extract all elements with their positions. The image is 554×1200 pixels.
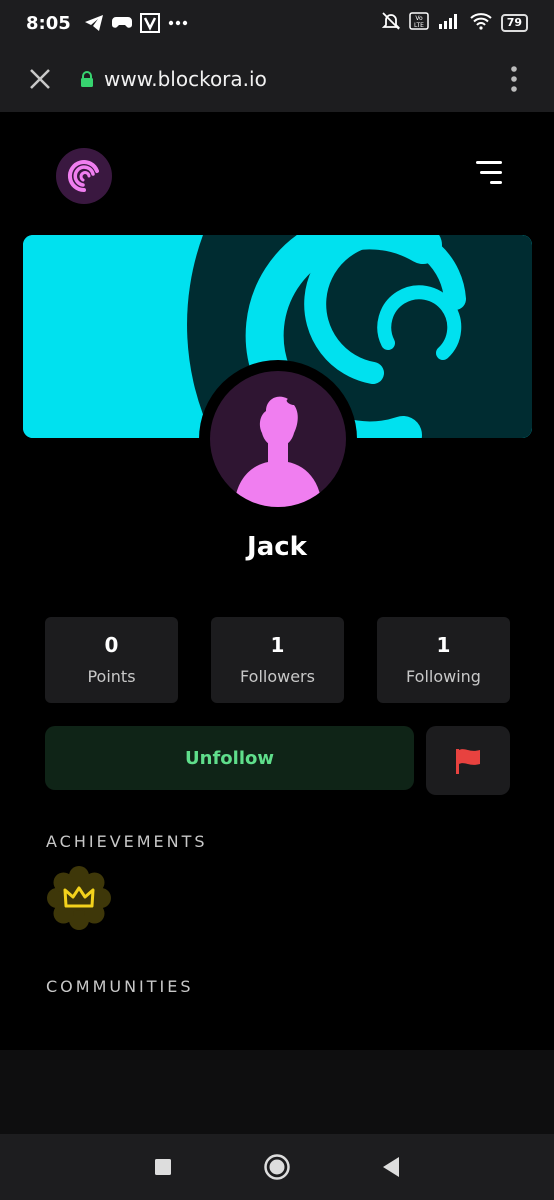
achievements-heading: ACHIEVEMENTS	[46, 832, 208, 851]
avatar-container	[199, 360, 357, 518]
unfollow-button[interactable]: Unfollow	[45, 726, 414, 790]
close-icon	[30, 69, 50, 89]
more-notifications-icon	[167, 12, 189, 34]
triangle-back-icon	[383, 1157, 399, 1177]
avatar	[210, 371, 346, 507]
wifi-icon	[469, 11, 493, 36]
circle-home-icon	[264, 1154, 290, 1180]
menu-line-icon	[476, 160, 502, 164]
status-time: 8:05	[26, 12, 71, 34]
stat-following[interactable]: 1 Following	[377, 617, 510, 703]
vertical-dots-icon	[511, 66, 517, 92]
square-icon	[155, 1159, 171, 1175]
v-app-icon	[139, 12, 161, 34]
mute-bell-icon	[381, 11, 401, 36]
page-footer-area	[0, 1050, 554, 1134]
hamburger-menu-button[interactable]	[462, 152, 502, 192]
default-user-icon	[234, 396, 322, 507]
url-text: www.blockora.io	[104, 67, 267, 91]
browser-toolbar: www.blockora.io	[0, 46, 554, 112]
browser-menu-button[interactable]	[474, 46, 554, 112]
lock-icon	[81, 71, 93, 87]
stat-points[interactable]: 0 Points	[45, 617, 178, 703]
blockora-logo-icon	[67, 160, 99, 193]
battery-indicator: 79	[500, 14, 528, 32]
menu-line-icon	[480, 170, 502, 174]
address-bar[interactable]: www.blockora.io	[80, 67, 267, 91]
status-bar: 8:05 Vo LTE 79	[0, 0, 554, 46]
communities-heading: COMMUNITIES	[46, 977, 194, 996]
game-controller-icon	[111, 12, 133, 34]
site-logo-button[interactable]	[56, 148, 112, 204]
stat-label: Points	[87, 667, 136, 686]
stat-value: 1	[436, 633, 451, 657]
system-nav-bar	[0, 1134, 554, 1200]
volte-icon: Vo LTE	[408, 11, 429, 36]
close-tab-button[interactable]	[0, 46, 80, 112]
report-button[interactable]	[426, 726, 510, 795]
stat-value: 1	[270, 633, 285, 657]
profile-page: Jack 0 Points 1 Followers 1 Following Un…	[0, 112, 554, 1050]
home-button[interactable]	[247, 1134, 307, 1200]
stat-followers[interactable]: 1 Followers	[211, 617, 344, 703]
back-button[interactable]	[361, 1134, 421, 1200]
menu-line-icon	[490, 180, 502, 184]
achievement-badge[interactable]	[45, 864, 113, 932]
svg-text:LTE: LTE	[414, 22, 424, 29]
stat-label: Following	[406, 667, 481, 686]
svg-text:Vo: Vo	[415, 15, 423, 22]
flag-icon	[456, 748, 480, 774]
telegram-icon	[83, 12, 105, 34]
recents-button[interactable]	[133, 1134, 193, 1200]
profile-username: Jack	[247, 532, 307, 562]
status-right: Vo LTE 79	[381, 11, 528, 36]
stat-value: 0	[104, 633, 119, 657]
crown-badge-icon	[47, 866, 111, 930]
stat-label: Followers	[240, 667, 315, 686]
signal-icon	[437, 12, 461, 35]
